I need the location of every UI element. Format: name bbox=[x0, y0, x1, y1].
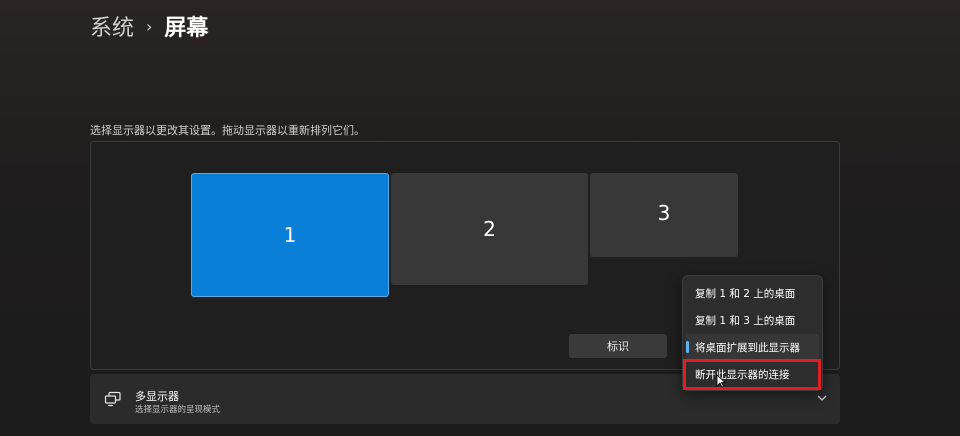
multi-display-icon bbox=[104, 391, 121, 407]
monitor-1[interactable]: 1 bbox=[191, 173, 389, 297]
page-title: 屏幕 bbox=[164, 16, 209, 41]
arrangement-instruction: 选择显示器以更改其设置。拖动显示器以重新排列它们。 bbox=[90, 124, 365, 137]
monitor-3[interactable]: 3 bbox=[590, 173, 738, 257]
menu-item-duplicate-1-3[interactable]: 复制 1 和 3 上的桌面 bbox=[686, 307, 819, 333]
menu-item-extend-desktop[interactable]: 将桌面扩展到此显示器 bbox=[686, 334, 819, 360]
breadcrumb: 系统 › 屏幕 bbox=[90, 10, 208, 42]
breadcrumb-separator-icon: › bbox=[146, 16, 153, 36]
chevron-down-icon[interactable] bbox=[816, 392, 828, 404]
menu-item-duplicate-1-2[interactable]: 复制 1 和 2 上的桌面 bbox=[686, 280, 819, 306]
multi-display-subtitle: 选择显示器的呈现模式 bbox=[135, 405, 221, 415]
identify-button[interactable]: 标识 bbox=[569, 334, 667, 358]
menu-item-disconnect-display[interactable]: 断开此显示器的连接 bbox=[686, 361, 819, 387]
display-mode-dropdown[interactable]: 复制 1 和 2 上的桌面 复制 1 和 3 上的桌面 将桌面扩展到此显示器 断… bbox=[682, 275, 823, 391]
breadcrumb-parent[interactable]: 系统 bbox=[90, 10, 134, 42]
menu-item-label: 将桌面扩展到此显示器 bbox=[695, 341, 800, 354]
multi-display-title: 多显示器 bbox=[135, 390, 179, 403]
monitor-2[interactable]: 2 bbox=[391, 173, 588, 285]
selection-indicator bbox=[686, 341, 689, 353]
mouse-cursor-icon bbox=[716, 374, 726, 388]
